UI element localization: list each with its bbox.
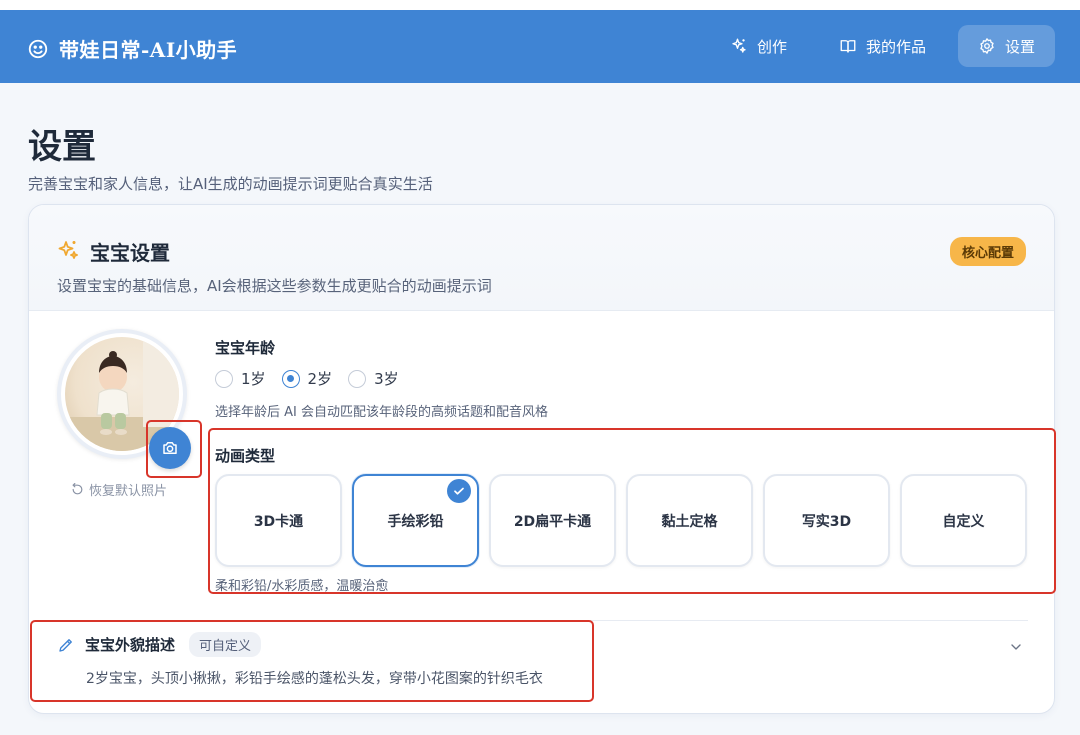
nav-settings-label: 设置 — [1004, 37, 1035, 56]
option-label: 写实3D — [801, 513, 852, 530]
nav-works-label: 我的作品 — [865, 37, 926, 56]
divider — [215, 620, 1028, 621]
check-icon — [447, 479, 471, 503]
top-strip — [0, 0, 1080, 10]
card-title: 宝宝设置 — [90, 241, 170, 265]
option-label: 自定义 — [942, 513, 985, 530]
gear-icon — [980, 38, 994, 54]
option-label: 黏土定格 — [661, 513, 718, 530]
sparkles-icon — [732, 38, 746, 53]
appearance-title: 宝宝外貌描述 — [85, 636, 176, 654]
option-label: 手绘彩铅 — [387, 513, 444, 530]
app-title: 带娃日常-AI小助手 — [59, 38, 238, 62]
option-label: 3D卡通 — [253, 513, 304, 530]
animation-option-custom[interactable]: 自定义 — [900, 474, 1027, 567]
age-option-1[interactable]: 1岁 — [215, 368, 266, 389]
change-photo-button[interactable] — [149, 427, 191, 469]
nav-create-label: 创作 — [756, 37, 787, 56]
appearance-description: 2岁宝宝，头顶小揪揪，彩铅手绘感的蓬松头发，穿带小花图案的针织毛衣 — [86, 671, 543, 687]
sparkles-icon — [58, 241, 78, 259]
radio-dot[interactable] — [348, 369, 367, 388]
animation-type-label: 动画类型 — [215, 447, 276, 465]
age-options: 1岁 2岁 3岁 — [215, 368, 399, 389]
animation-option-2d-flat[interactable]: 2D扁平卡通 — [489, 474, 616, 567]
animation-option-claymation[interactable]: 黏土定格 — [626, 474, 753, 567]
option-label: 2D扁平卡通 — [513, 513, 592, 530]
age-option-label: 3岁 — [374, 370, 399, 388]
animation-option-3d-cartoon[interactable]: 3D卡通 — [215, 474, 342, 567]
smiley-icon — [28, 39, 48, 58]
restore-default-photo[interactable]: 恢复默认照片 — [71, 480, 167, 499]
age-option-label: 1岁 — [241, 370, 266, 388]
nav-settings[interactable]: 设置 — [957, 25, 1055, 67]
radio-dot[interactable] — [215, 369, 233, 388]
page-title: 设置 — [28, 127, 96, 167]
brand[interactable]: 带娃日常-AI小助手 — [27, 34, 237, 63]
pencil-icon — [59, 638, 72, 652]
main-nav: 创作 我的作品 设置 — [710, 25, 1055, 67]
restore-label: 恢复默认照片 — [89, 484, 168, 499]
chevron-down-icon[interactable] — [1008, 639, 1024, 655]
animation-type-options: 3D卡通 手绘彩铅 2D扁平卡通 黏土定格 写实3D 自定义 — [215, 474, 1027, 567]
navbar: 带娃日常-AI小助手 创作 我的作品 设置 — [0, 10, 1080, 83]
camera-icon — [163, 442, 177, 454]
page-subtitle: 完善宝宝和家人信息，让AI生成的动画提示词更贴合真实生活 — [28, 175, 433, 193]
card-header: 宝宝设置 核心配置 设置宝宝的基础信息，AI会根据这些参数生成更贴合的动画提示词 — [29, 205, 1054, 311]
nav-create[interactable]: 创作 — [710, 25, 807, 67]
undo-icon — [72, 483, 83, 495]
age-option-label: 2岁 — [307, 370, 333, 388]
radio-dot-selected[interactable] — [281, 369, 300, 388]
core-config-badge: 核心配置 — [949, 237, 1026, 266]
appearance-header[interactable]: 宝宝外貌描述 可自定义 — [57, 632, 262, 657]
animation-option-colored-pencil[interactable]: 手绘彩铅 — [352, 474, 479, 567]
animation-hint: 柔和彩铅/水彩质感，温暖治愈 — [215, 579, 389, 594]
book-icon — [840, 40, 856, 53]
age-label: 宝宝年龄 — [215, 339, 276, 357]
age-option-2[interactable]: 2岁 — [281, 368, 333, 389]
card-description: 设置宝宝的基础信息，AI会根据这些参数生成更贴合的动画提示词 — [57, 277, 492, 295]
age-option-3[interactable]: 3岁 — [348, 368, 399, 389]
customizable-tag: 可自定义 — [189, 632, 262, 657]
age-hint: 选择年龄后 AI 会自动匹配该年龄段的高频话题和配音风格 — [215, 405, 548, 420]
baby-settings-card: 宝宝设置 核心配置 设置宝宝的基础信息，AI会根据这些参数生成更贴合的动画提示词… — [28, 204, 1055, 714]
animation-option-realistic-3d[interactable]: 写实3D — [763, 474, 890, 567]
nav-works[interactable]: 我的作品 — [819, 25, 946, 67]
